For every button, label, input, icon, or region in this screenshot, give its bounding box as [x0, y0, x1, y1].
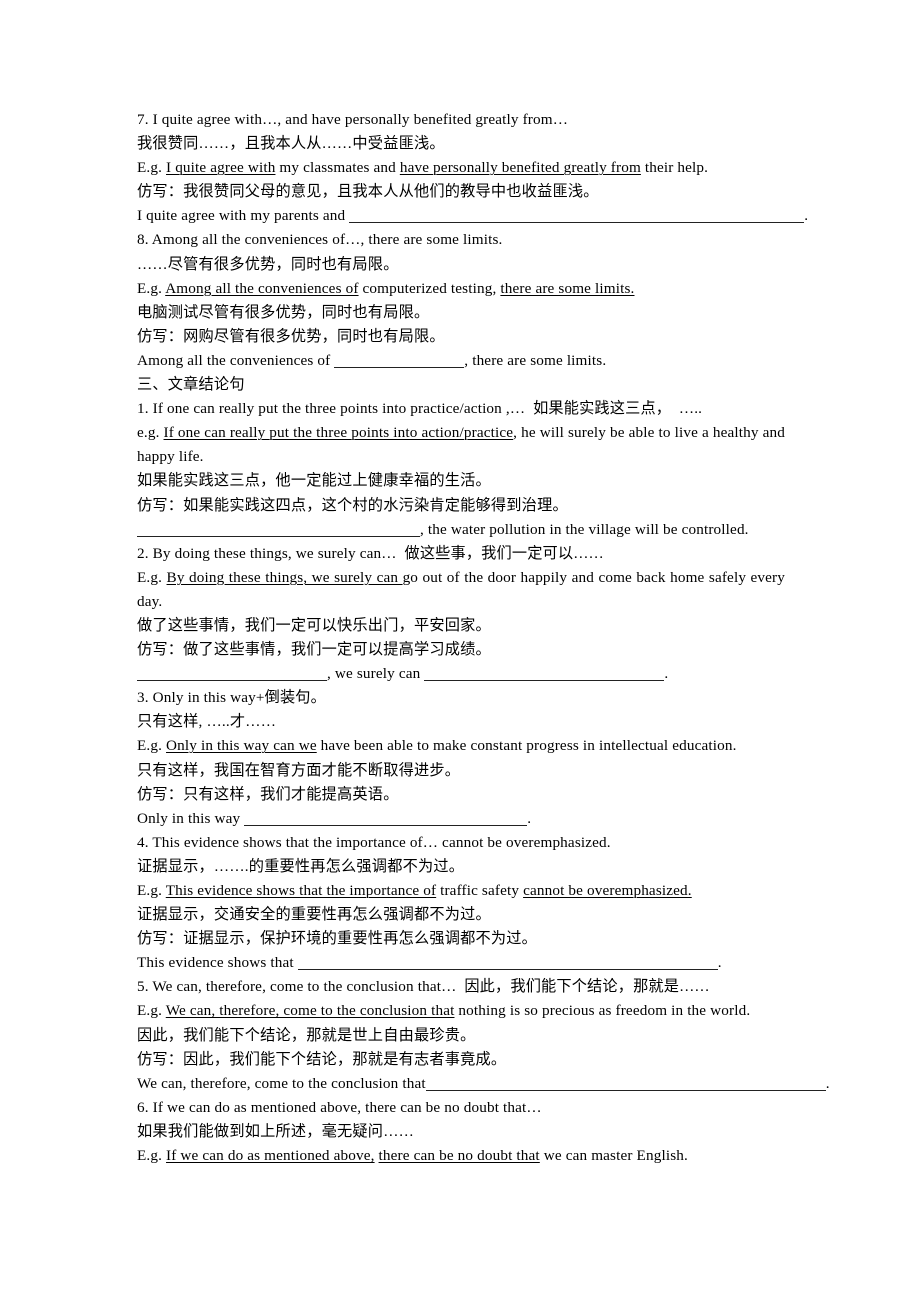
fill-in-blank[interactable] — [244, 811, 528, 826]
eg-underline-1: Among all the conveniences of — [165, 279, 359, 297]
conclusion-1-exercise: , the water pollution in the village wil… — [137, 518, 785, 542]
eg-underline-1: By doing these things, we surely can — [166, 568, 403, 586]
conclusion-5-english: 5. We can, therefore, come to the conclu… — [137, 978, 710, 996]
item-8-exercise: Among all the conveniences of , there ar… — [137, 349, 785, 373]
item-8-chinese-2: 电脑测试尽管有很多优势，同时也有局限。 — [137, 303, 430, 321]
conclusion-4-chinese-2: 证据显示，交通安全的重要性再怎么强调都不为过。 — [137, 906, 491, 924]
eg-tail: their help. — [640, 159, 709, 177]
exercise-tail: . — [804, 207, 809, 225]
conclusion-3-chinese: 只有这样, …..才…… — [137, 713, 277, 731]
item-7-english: 7. I quite agree with…, and have persona… — [137, 111, 569, 128]
fill-in-blank[interactable] — [334, 353, 465, 368]
conclusion-4-chinese: 证据显示，…….的重要性再怎么强调都不为过。 — [137, 857, 465, 875]
section-heading: 三、文章结论句 — [137, 376, 245, 394]
document-body: 7. I quite agree with…, and have persona… — [137, 108, 830, 1168]
exercise-lead: Among all the conveniences of — [137, 351, 335, 369]
eg-label: e.g. — [137, 424, 164, 442]
exercise-lead: I quite agree with my parents and — [137, 207, 350, 225]
item-7-example: E.g. I quite agree with my classmates an… — [137, 156, 785, 180]
fill-in-blank[interactable] — [425, 1076, 826, 1091]
fill-in-blank[interactable] — [137, 522, 420, 537]
conclusion-5-exercise: We can, therefore, come to the conclusio… — [137, 1072, 830, 1096]
exercise-lead: We can, therefore, come to the conclusio… — [137, 1074, 426, 1092]
conclusion-1-chinese: 如果能实践这三点，他一定能过上健康幸福的生活。 — [137, 472, 491, 490]
fill-in-blank[interactable] — [349, 208, 805, 224]
eg-label: E.g. — [137, 882, 166, 899]
eg-underline-1: If we can do as mentioned above, — [166, 1147, 375, 1165]
exercise-tail: , the water pollution in the village wil… — [420, 520, 749, 538]
eg-label: E.g. — [137, 1002, 166, 1020]
conclusion-4-english: 4. This evidence shows that the importan… — [137, 833, 611, 851]
exercise-tail: , there are some limits. — [464, 351, 607, 369]
conclusion-5-imitation: 仿写：因此，我们能下个结论，那就是有志者事竟成。 — [137, 1050, 507, 1068]
fill-in-blank-2[interactable] — [424, 666, 665, 682]
eg-middle: traffic safety — [436, 882, 524, 899]
conclusion-3-exercise: Only in this way . — [137, 807, 785, 831]
item-8-imitation: 仿写：网购尽管有很多优势，同时也有局限。 — [137, 327, 445, 345]
item-7-exercise: I quite agree with my parents and . — [137, 204, 808, 228]
exercise-middle: , we surely can — [327, 665, 425, 683]
exercise-lead: Only in this way — [137, 809, 245, 827]
fill-in-blank-1[interactable] — [137, 666, 327, 682]
eg-label: E.g. — [137, 1147, 167, 1165]
fill-in-blank[interactable] — [297, 955, 718, 971]
conclusion-2-exercise: , we surely can . — [137, 662, 785, 686]
item-7-imitation: 仿写：我很赞同父母的意见，且我本人从他们的教导中也收益匪浅。 — [137, 183, 599, 201]
eg-underline-2: cannot be overemphasized. — [523, 882, 692, 899]
eg-underline-1: If one can really put the three points i… — [163, 424, 514, 442]
eg-label: E.g. — [137, 568, 167, 586]
eg-tail: we can master English. — [539, 1147, 688, 1165]
conclusion-6-example: E.g. If we can do as mentioned above, th… — [137, 1144, 785, 1168]
eg-underline-2: have personally benefited greatly from — [399, 159, 641, 177]
item-8-english: 8. Among all the conveniences of…, there… — [137, 231, 503, 249]
exercise-tail: . — [717, 954, 722, 972]
eg-underline-1: This evidence shows that the importance … — [165, 882, 437, 899]
eg-label: E.g. — [137, 737, 167, 755]
conclusion-5-example: E.g. We can, therefore, come to the conc… — [137, 999, 785, 1023]
conclusion-1-example: e.g. If one can really put the three poi… — [137, 421, 785, 469]
conclusion-2-example: E.g. By doing these things, we surely ca… — [137, 566, 785, 614]
eg-label: E.g. — [137, 159, 167, 177]
exercise-tail: . — [527, 809, 532, 827]
item-8-example: E.g. Among all the conveniences of compu… — [137, 277, 785, 301]
exercise-tail: . — [825, 1074, 830, 1092]
conclusion-1-english: 1. If one can really put the three point… — [137, 400, 703, 418]
eg-tail: nothing is so precious as freedom in the… — [454, 1002, 751, 1020]
conclusion-4-example: E.g. This evidence shows that the import… — [137, 879, 785, 903]
conclusion-4-imitation: 仿写：证据显示，保护环境的重要性再怎么强调都不为过。 — [137, 930, 538, 948]
conclusion-2-imitation: 仿写：做了这些事情，我们一定可以提高学习成绩。 — [137, 641, 491, 659]
eg-underline-1: We can, therefore, come to the conclusio… — [165, 1002, 455, 1020]
item-7-chinese: 我很赞同……，且我本人从……中受益匪浅。 — [137, 135, 445, 153]
conclusion-3-imitation: 仿写：只有这样，我们才能提高英语。 — [137, 785, 399, 803]
conclusion-3-chinese-2: 只有这样，我国在智育方面才能不断取得进步。 — [137, 761, 461, 779]
exercise-tail: . — [664, 665, 669, 683]
conclusion-5-chinese: 因此，我们能下个结论，那就是世上自由最珍贵。 — [137, 1026, 476, 1044]
conclusion-6-chinese: 如果我们能做到如上所述，毫无疑问…… — [137, 1122, 414, 1140]
conclusion-2-chinese: 做了这些事情，我们一定可以快乐出门，平安回家。 — [137, 616, 491, 634]
eg-underline-1: I quite agree with — [166, 159, 276, 177]
document-page: 7. I quite agree with…, and have persona… — [0, 0, 920, 1302]
conclusion-4-exercise: This evidence shows that . — [137, 951, 785, 975]
conclusion-2-english: 2. By doing these things, we surely can…… — [137, 544, 604, 562]
conclusion-1-imitation: 仿写：如果能实践这四点，这个村的水污染肯定能够得到治理。 — [137, 496, 568, 514]
exercise-lead: This evidence shows that — [137, 954, 298, 972]
eg-tail: have been able to make constant progress… — [316, 737, 737, 755]
conclusion-6-english: 6. If we can do as mentioned above, ther… — [137, 1098, 542, 1116]
eg-underline-2: there are some limits. — [500, 279, 635, 297]
eg-middle: computerized testing, — [358, 279, 501, 297]
conclusion-3-english: 3. Only in this way+倒装句。 — [137, 689, 326, 707]
eg-label: E.g. — [137, 279, 166, 297]
eg-middle: my classmates and — [275, 159, 400, 177]
conclusion-3-example: E.g. Only in this way can we have been a… — [137, 734, 785, 758]
eg-underline-2: there can be no doubt that — [378, 1147, 540, 1165]
item-8-chinese: ……尽管有很多优势，同时也有局限。 — [137, 255, 399, 273]
eg-underline-1: Only in this way can we — [166, 737, 317, 755]
